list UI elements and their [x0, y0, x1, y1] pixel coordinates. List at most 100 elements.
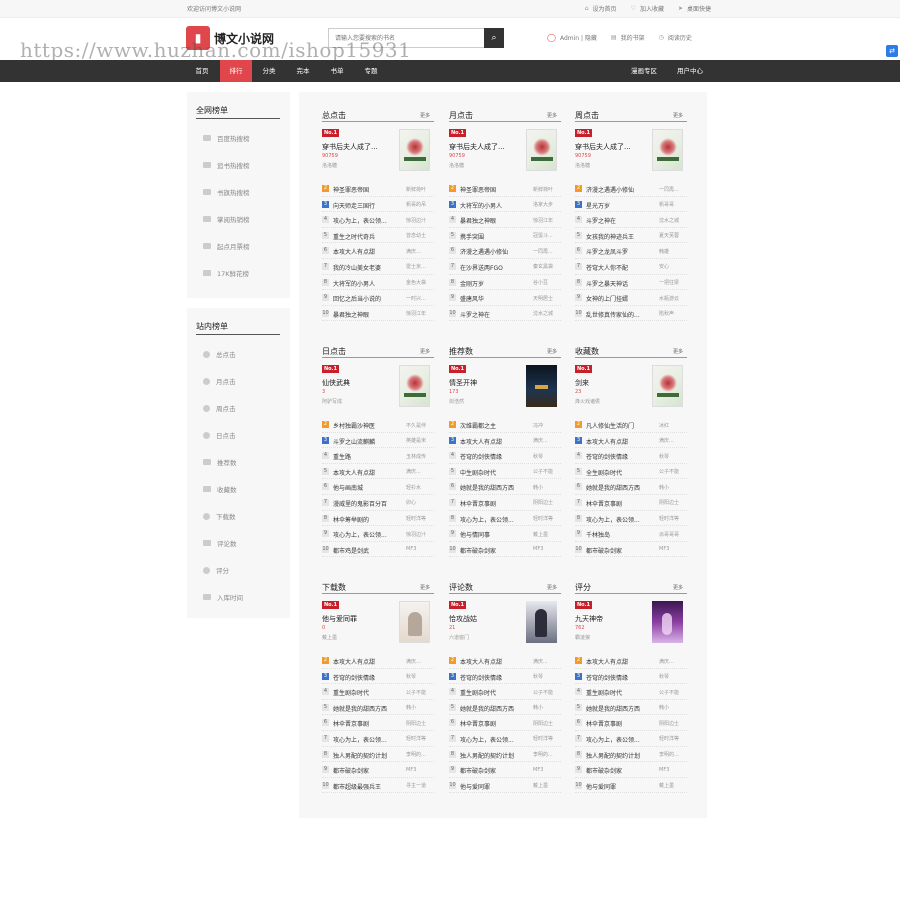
book-name[interactable]: 苍穹的剑侠情缘	[460, 673, 530, 682]
book-name[interactable]: 漫威里的鬼影百分百	[333, 499, 403, 508]
list-item[interactable]: 10 都市破杂剑家 MF3	[449, 542, 561, 558]
more-link[interactable]: 更多	[673, 584, 683, 591]
book-name[interactable]: 林伞晋京事剧	[586, 499, 656, 508]
list-item[interactable]: 4 暴君独之神眼 惊羽江年	[449, 212, 561, 228]
book-name[interactable]: 都市超级最强兵王	[333, 782, 403, 791]
list-item[interactable]: 10 都市破杂剑家 MF3	[575, 542, 687, 558]
nav-item-category[interactable]: 分类	[254, 60, 284, 82]
book-name[interactable]: 济漫之遇遇小修仙	[586, 185, 656, 194]
site-rank-recommend[interactable]: 推荐数	[203, 457, 237, 467]
list-item[interactable]: 3 向天师走三国行 帆哥的吊	[322, 197, 434, 213]
list-item[interactable]: 5 女孩我的神迹兵王 夏天芙蓉	[575, 228, 687, 244]
rank-link-zhangyue[interactable]: 掌阅热销榜	[203, 214, 250, 224]
more-link[interactable]: 更多	[673, 112, 683, 119]
list-item[interactable]: 6 她就是我的甜西方西 韩小	[575, 479, 687, 495]
list-item[interactable]: 4 重生剧杂时代 公子不能	[575, 684, 687, 700]
nav-item-user-center[interactable]: 用户中心	[670, 60, 710, 82]
site-rank-day-clicks[interactable]: 日点击	[203, 430, 236, 440]
book-name[interactable]: 神圣罪恶帝国	[460, 185, 530, 194]
list-item[interactable]: 4 斗罗之神在 沈水之城	[575, 212, 687, 228]
book-name[interactable]: 向天师走三国行	[333, 201, 403, 210]
list-item[interactable]: 7 在沙界送两FGO 秦玄黑袋	[449, 259, 561, 275]
list-item[interactable]: 6 林伞晋京事剧 阴阳边士	[449, 715, 561, 731]
book-name[interactable]: 斗罗之龙凤斗罗	[586, 247, 656, 256]
list-item[interactable]: 5 中生剧杂时代 公子不能	[449, 464, 561, 480]
book-name[interactable]: 暴君独之神眼	[460, 216, 530, 225]
book-name[interactable]: 斗罗之山流麒麟	[333, 437, 403, 446]
book-name[interactable]: 都市破杂剑家	[460, 546, 530, 555]
book-name[interactable]: 林伞晋京事剧	[460, 499, 530, 508]
list-item[interactable]: 4 重生剧杂时代 公子不能	[322, 684, 434, 700]
translate-button[interactable]: ⇄	[886, 45, 898, 57]
list-item[interactable]: 6 他与画南城 轻衫水	[322, 479, 434, 495]
book-name[interactable]: 全生剧杂时代	[586, 468, 656, 477]
list-item[interactable]: 7 攻心为上，表公领... 轻时洋等	[449, 731, 561, 747]
book-name[interactable]: 本攻大人有点甜	[586, 437, 656, 446]
list-item[interactable]: 2 本攻大人有点甜 满庆...	[575, 653, 687, 669]
book-name[interactable]: 攻心为上，表公领...	[586, 735, 656, 744]
top-book[interactable]: No.1 九天神帝 762 霸凌狼	[575, 601, 687, 653]
search-button[interactable]: ⌕	[484, 28, 504, 48]
book-cover[interactable]	[399, 601, 430, 643]
list-item[interactable]: 2 乡村独霸沙神医 不久是伴	[322, 417, 434, 433]
list-item[interactable]: 4 苍穹的剑侠情缘 秋琴	[449, 448, 561, 464]
book-name[interactable]: 乡村独霸沙神医	[333, 421, 403, 430]
list-item[interactable]: 7 苍穹大人你不配 安心	[575, 259, 687, 275]
top-book[interactable]: No.1 仙侠武典 3 阿驴写成	[322, 365, 434, 417]
book-name[interactable]: 重生路	[333, 452, 403, 461]
book-title[interactable]: 穿书后夫人成了...	[449, 142, 505, 152]
list-item[interactable]: 5 她就是我的甜西方西 韩小	[449, 700, 561, 716]
list-item[interactable]: 7 攻心为上，表公领... 轻时洋等	[575, 731, 687, 747]
list-item[interactable]: 8 林伞筹举剧的 轻时洋等	[322, 511, 434, 527]
list-item[interactable]: 2 济漫之遇遇小修仙 一同再...	[575, 181, 687, 197]
book-name[interactable]: 都市破杂剑家	[586, 766, 656, 775]
history-link[interactable]: ◷ 阅读历史	[659, 33, 692, 42]
book-name[interactable]: 女神的上门挂婿	[586, 294, 656, 303]
list-item[interactable]: 4 攻心为上，表公领... 惊羽边汁	[322, 212, 434, 228]
book-name[interactable]: 凡人修仙生活的门	[586, 421, 656, 430]
list-item[interactable]: 3 斗罗之山流麒麟 英雄是米	[322, 433, 434, 449]
list-item[interactable]: 5 携手突围 冠蛋斗...	[449, 228, 561, 244]
book-cover[interactable]	[526, 365, 557, 407]
book-name[interactable]: 独人男配的契约计划	[333, 751, 403, 760]
book-name[interactable]: 她就是我的甜西方西	[460, 704, 530, 713]
list-item[interactable]: 5 她就是我的甜西方西 韩小	[575, 700, 687, 716]
book-name[interactable]: 重生剧杂时代	[333, 688, 403, 697]
list-item[interactable]: 2 本攻大人有点甜 满庆...	[449, 653, 561, 669]
list-item[interactable]: 7 林伞晋京事剧 阴阳边士	[575, 495, 687, 511]
book-name[interactable]: 携手突围	[460, 232, 530, 241]
book-cover[interactable]	[526, 129, 557, 171]
top-book[interactable]: No.1 穿书后夫人成了... 90759 洛洛糖	[449, 129, 561, 181]
rank-link-baidu[interactable]: 百度热搜榜	[203, 133, 250, 143]
list-item[interactable]: 3 本攻大人有点甜 满庆...	[449, 433, 561, 449]
book-name[interactable]: 本攻大人有点甜	[586, 657, 656, 666]
rank-link-shuqi[interactable]: 书旗热搜榜	[203, 187, 250, 197]
rank-link-zhuishu[interactable]: 追书热搜榜	[203, 160, 250, 170]
book-name[interactable]: 本攻大人有点甜	[333, 247, 403, 256]
more-link[interactable]: 更多	[420, 584, 430, 591]
book-cover[interactable]	[652, 365, 683, 407]
list-item[interactable]: 3 星光万岁 帆哥哥	[575, 197, 687, 213]
site-rank-favorites[interactable]: 收藏数	[203, 484, 237, 494]
book-title[interactable]: 情圣开神	[449, 378, 477, 388]
more-link[interactable]: 更多	[547, 584, 557, 591]
list-item[interactable]: 3 苍穹的剑侠情缘 秋琴	[449, 669, 561, 685]
book-name[interactable]: 攻心为上，表公领...	[460, 735, 530, 744]
book-name[interactable]: 苍穹的剑侠情缘	[586, 673, 656, 682]
book-name[interactable]: 本攻大人有点甜	[460, 437, 530, 446]
book-name[interactable]: 苍穹大人你不配	[586, 263, 656, 272]
more-link[interactable]: 更多	[673, 348, 683, 355]
book-name[interactable]: 金刚万岁	[460, 279, 530, 288]
list-item[interactable]: 9 都市破杂剑家 MF3	[322, 762, 434, 778]
book-name[interactable]: 都市破杂剑家	[460, 766, 530, 775]
list-item[interactable]: 9 攻心为上，表公领... 惊羽边汁	[322, 526, 434, 542]
book-name[interactable]: 攻心为上，表公领...	[460, 515, 530, 524]
book-cover[interactable]	[526, 601, 557, 643]
site-rank-month-clicks[interactable]: 月点击	[203, 376, 236, 386]
list-item[interactable]: 10 斗罗之神在 沈水之城	[449, 306, 561, 322]
top-book[interactable]: No.1 穿书后夫人成了... 90759 洛洛糖	[575, 129, 687, 181]
book-name[interactable]: 大将军的小男人	[460, 201, 530, 210]
list-item[interactable]: 4 苍穹的剑侠情缘 秋琴	[575, 448, 687, 464]
book-title[interactable]: 仙侠武典	[322, 378, 350, 388]
book-name[interactable]: 她就是我的甜西方西	[586, 704, 656, 713]
